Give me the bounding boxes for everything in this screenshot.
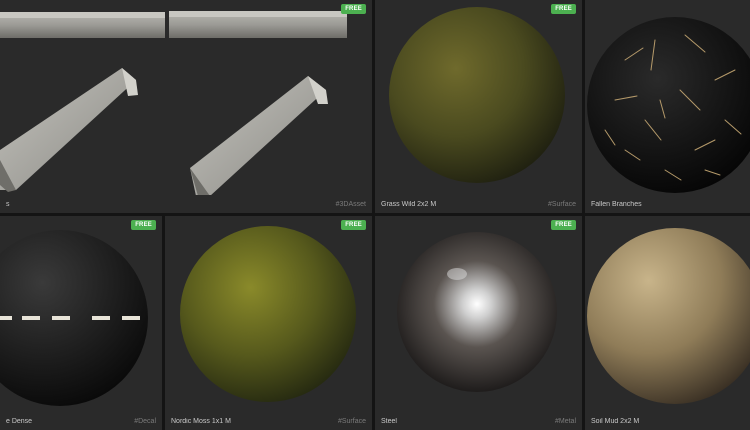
asset-thumbnail bbox=[0, 216, 162, 412]
asset-thumbnail bbox=[375, 0, 582, 195]
asset-tag[interactable]: #Decal bbox=[134, 418, 156, 425]
asset-tag[interactable]: #3DAsset bbox=[336, 201, 366, 208]
free-badge: FREE bbox=[551, 220, 576, 230]
free-badge: FREE bbox=[551, 4, 576, 14]
free-badge: FREE bbox=[341, 220, 366, 230]
asset-tag[interactable]: #Surface bbox=[548, 201, 576, 208]
asset-thumbnail bbox=[585, 216, 750, 412]
asset-thumbnail bbox=[165, 216, 372, 412]
free-badge: FREE bbox=[341, 4, 366, 14]
asset-name: e Dense bbox=[6, 417, 33, 425]
asset-thumbnail bbox=[375, 216, 582, 412]
branches-sphere-icon bbox=[587, 17, 750, 193]
asset-card-concrete-curb[interactable]: FREE s #3DAsset bbox=[0, 0, 372, 213]
concrete-curb-render-icon bbox=[0, 11, 347, 195]
asset-card-grass-wild[interactable]: FREE Grass Wild 2x2 M #Surface bbox=[375, 0, 582, 213]
asset-thumbnail bbox=[0, 0, 372, 195]
asset-meta: Nordic Moss 1x1 M #Surface bbox=[165, 412, 372, 430]
free-badge: FREE bbox=[131, 220, 156, 230]
steel-sphere-icon bbox=[397, 232, 557, 392]
asset-card-decal[interactable]: FREE e Dense #Decal bbox=[0, 216, 162, 430]
dashed-line-sphere-icon bbox=[0, 230, 148, 406]
asset-meta: Soil Mud 2x2 M bbox=[585, 412, 750, 430]
asset-meta: Steel #Metal bbox=[375, 412, 582, 430]
asset-name: Steel bbox=[381, 417, 397, 425]
asset-card-steel[interactable]: FREE Steel #Metal bbox=[375, 216, 582, 430]
asset-name: Fallen Branches bbox=[591, 200, 642, 208]
grass-sphere-icon bbox=[389, 7, 565, 183]
asset-name: Nordic Moss 1x1 M bbox=[171, 417, 231, 425]
asset-card-fallen-branches[interactable]: Fallen Branches bbox=[585, 0, 750, 213]
asset-card-soil-mud[interactable]: Soil Mud 2x2 M bbox=[585, 216, 750, 430]
asset-tag[interactable]: #Surface bbox=[338, 418, 366, 425]
moss-sphere-icon bbox=[180, 226, 356, 402]
asset-name: Soil Mud 2x2 M bbox=[591, 417, 640, 425]
asset-name: s bbox=[6, 200, 10, 208]
asset-tag[interactable]: #Metal bbox=[555, 418, 576, 425]
asset-meta: Grass Wild 2x2 M #Surface bbox=[375, 195, 582, 213]
asset-meta: e Dense #Decal bbox=[0, 412, 162, 430]
asset-thumbnail bbox=[585, 0, 750, 195]
asset-meta: s #3DAsset bbox=[0, 195, 372, 213]
asset-card-nordic-moss[interactable]: FREE Nordic Moss 1x1 M #Surface bbox=[165, 216, 372, 430]
asset-name: Grass Wild 2x2 M bbox=[381, 200, 437, 208]
asset-meta: Fallen Branches bbox=[585, 195, 750, 213]
soil-sphere-icon bbox=[587, 228, 750, 404]
